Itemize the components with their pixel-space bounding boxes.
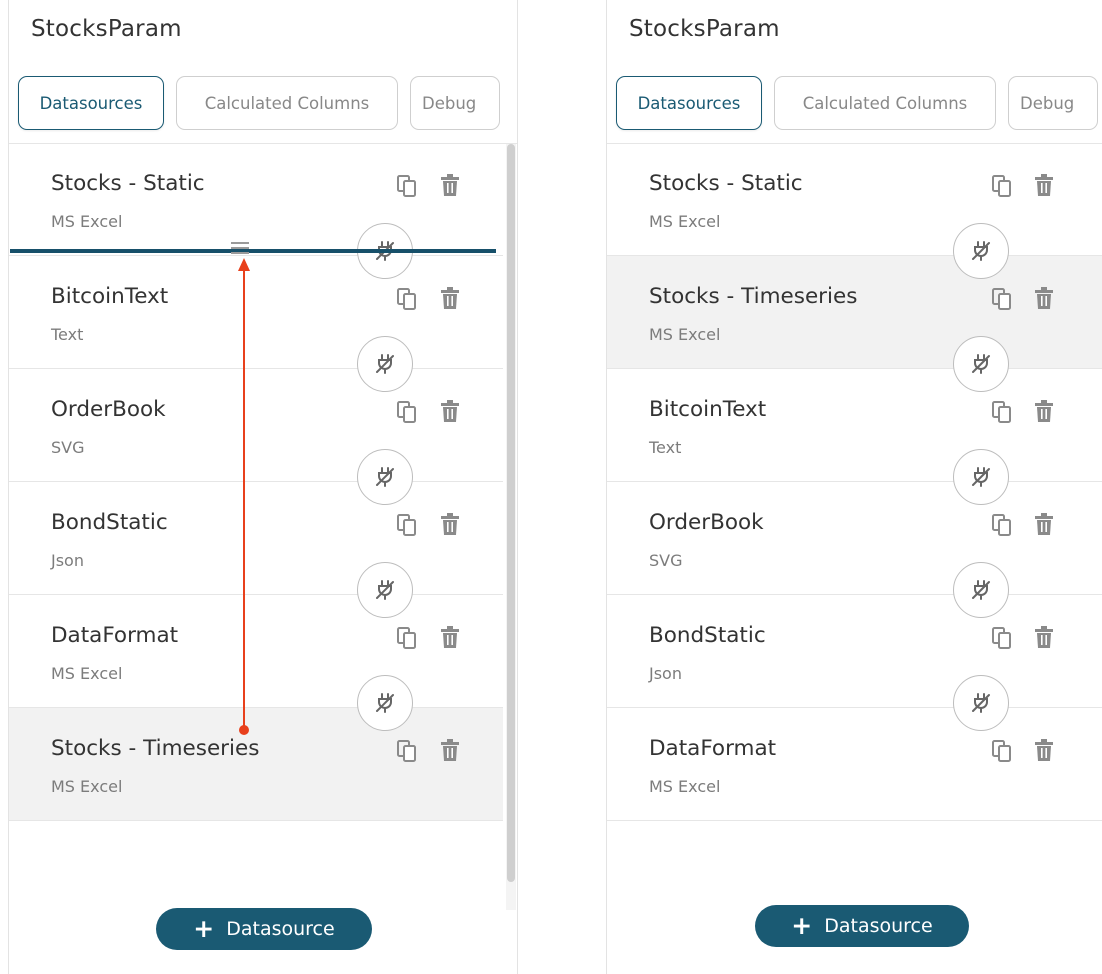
- plug-icon[interactable]: [357, 562, 413, 618]
- copy-icon[interactable]: [991, 739, 1013, 763]
- tab-bar: Datasources Calculated Columns Debug: [18, 76, 500, 130]
- trash-icon[interactable]: [1034, 173, 1054, 197]
- datasource-type: Text: [51, 325, 84, 344]
- datasource-type: MS Excel: [649, 777, 721, 796]
- plus-icon: +: [193, 913, 215, 943]
- tab-calculated-columns[interactable]: Calculated Columns: [176, 76, 398, 130]
- trash-icon[interactable]: [1034, 399, 1054, 423]
- plug-icon[interactable]: [357, 449, 413, 505]
- datasource-name: DataFormat: [649, 736, 777, 761]
- add-datasource-button[interactable]: + Datasource: [156, 908, 372, 950]
- trash-icon[interactable]: [440, 625, 460, 649]
- trash-icon[interactable]: [440, 738, 460, 762]
- plug-icon[interactable]: [953, 675, 1009, 731]
- add-datasource-label: Datasource: [226, 918, 335, 940]
- datasource-type: MS Excel: [649, 325, 721, 344]
- panel-title: StocksParam: [31, 16, 182, 42]
- drag-direction-arrow-icon: [238, 258, 250, 735]
- datasource-type: MS Excel: [649, 212, 721, 231]
- add-datasource-button[interactable]: + Datasource: [755, 905, 969, 947]
- copy-icon[interactable]: [991, 287, 1013, 311]
- datasource-row[interactable]: Stocks - Timeseries MS Excel: [9, 708, 503, 821]
- drag-handle-icon[interactable]: [229, 238, 251, 260]
- datasource-row[interactable]: BondStatic Json: [607, 595, 1102, 708]
- datasource-type: Text: [649, 438, 682, 457]
- copy-icon[interactable]: [396, 626, 418, 650]
- plug-icon[interactable]: [953, 562, 1009, 618]
- copy-icon[interactable]: [396, 739, 418, 763]
- datasource-type: SVG: [649, 551, 683, 570]
- plug-icon[interactable]: [953, 223, 1009, 279]
- trash-icon[interactable]: [440, 173, 460, 197]
- tab-datasources[interactable]: Datasources: [18, 76, 164, 130]
- datasource-name: Stocks - Static: [649, 171, 803, 196]
- tab-debug[interactable]: Debug: [410, 76, 500, 130]
- datasource-type: Json: [51, 551, 84, 570]
- datasource-name: BitcoinText: [649, 397, 767, 422]
- copy-icon[interactable]: [991, 400, 1013, 424]
- drop-indicator-line: [10, 249, 496, 253]
- copy-icon[interactable]: [991, 174, 1013, 198]
- tab-calculated-columns[interactable]: Calculated Columns: [774, 76, 996, 130]
- datasource-row[interactable]: Stocks - Static MS Excel: [607, 143, 1102, 256]
- tab-datasources[interactable]: Datasources: [616, 76, 762, 130]
- datasource-name: OrderBook: [51, 397, 166, 422]
- scrollbar-thumb[interactable]: [507, 144, 515, 882]
- datasource-row[interactable]: BitcoinText Text: [9, 256, 503, 369]
- datasource-row[interactable]: BitcoinText Text: [607, 369, 1102, 482]
- plus-icon: +: [791, 910, 813, 940]
- datasource-name: Stocks - Timeseries: [51, 736, 260, 761]
- scrollbar[interactable]: [506, 144, 516, 910]
- datasource-row[interactable]: OrderBook SVG: [9, 369, 503, 482]
- copy-icon[interactable]: [991, 513, 1013, 537]
- datasource-type: Json: [649, 664, 682, 683]
- trash-icon[interactable]: [440, 399, 460, 423]
- plug-icon[interactable]: [953, 336, 1009, 392]
- datasource-row[interactable]: OrderBook SVG: [607, 482, 1102, 595]
- datasource-name: Stocks - Timeseries: [649, 284, 858, 309]
- datasource-row[interactable]: DataFormat MS Excel: [9, 595, 503, 708]
- datasource-row[interactable]: BondStatic Json: [9, 482, 503, 595]
- trash-icon[interactable]: [1034, 625, 1054, 649]
- plug-icon[interactable]: [357, 336, 413, 392]
- copy-icon[interactable]: [396, 513, 418, 537]
- datasource-row[interactable]: Stocks - Static MS Excel: [9, 143, 503, 256]
- trash-icon[interactable]: [1034, 286, 1054, 310]
- tab-debug[interactable]: Debug: [1008, 76, 1098, 130]
- copy-icon[interactable]: [396, 287, 418, 311]
- datasources-panel-dragging: StocksParam Datasources Calculated Colum…: [8, 0, 518, 974]
- datasource-type: SVG: [51, 438, 85, 457]
- trash-icon[interactable]: [1034, 738, 1054, 762]
- datasource-name: OrderBook: [649, 510, 764, 535]
- datasource-type: MS Excel: [51, 664, 123, 683]
- datasource-name: BitcoinText: [51, 284, 169, 309]
- datasource-name: DataFormat: [51, 623, 179, 648]
- datasource-row[interactable]: DataFormat MS Excel: [607, 708, 1102, 821]
- panel-title: StocksParam: [629, 16, 780, 42]
- plug-icon[interactable]: [953, 449, 1009, 505]
- copy-icon[interactable]: [396, 400, 418, 424]
- tab-bar: Datasources Calculated Columns Debug: [616, 76, 1098, 130]
- copy-icon[interactable]: [991, 626, 1013, 650]
- add-datasource-label: Datasource: [824, 915, 933, 937]
- plug-icon[interactable]: [357, 675, 413, 731]
- trash-icon[interactable]: [440, 286, 460, 310]
- copy-icon[interactable]: [396, 174, 418, 198]
- datasource-type: MS Excel: [51, 777, 123, 796]
- trash-icon[interactable]: [440, 512, 460, 536]
- datasources-panel-reordered: StocksParam Datasources Calculated Colum…: [606, 0, 1102, 974]
- trash-icon[interactable]: [1034, 512, 1054, 536]
- datasource-name: BondStatic: [649, 623, 766, 648]
- datasource-name: BondStatic: [51, 510, 168, 535]
- datasource-row[interactable]: Stocks - Timeseries MS Excel: [607, 256, 1102, 369]
- datasource-type: MS Excel: [51, 212, 123, 231]
- datasource-name: Stocks - Static: [51, 171, 205, 196]
